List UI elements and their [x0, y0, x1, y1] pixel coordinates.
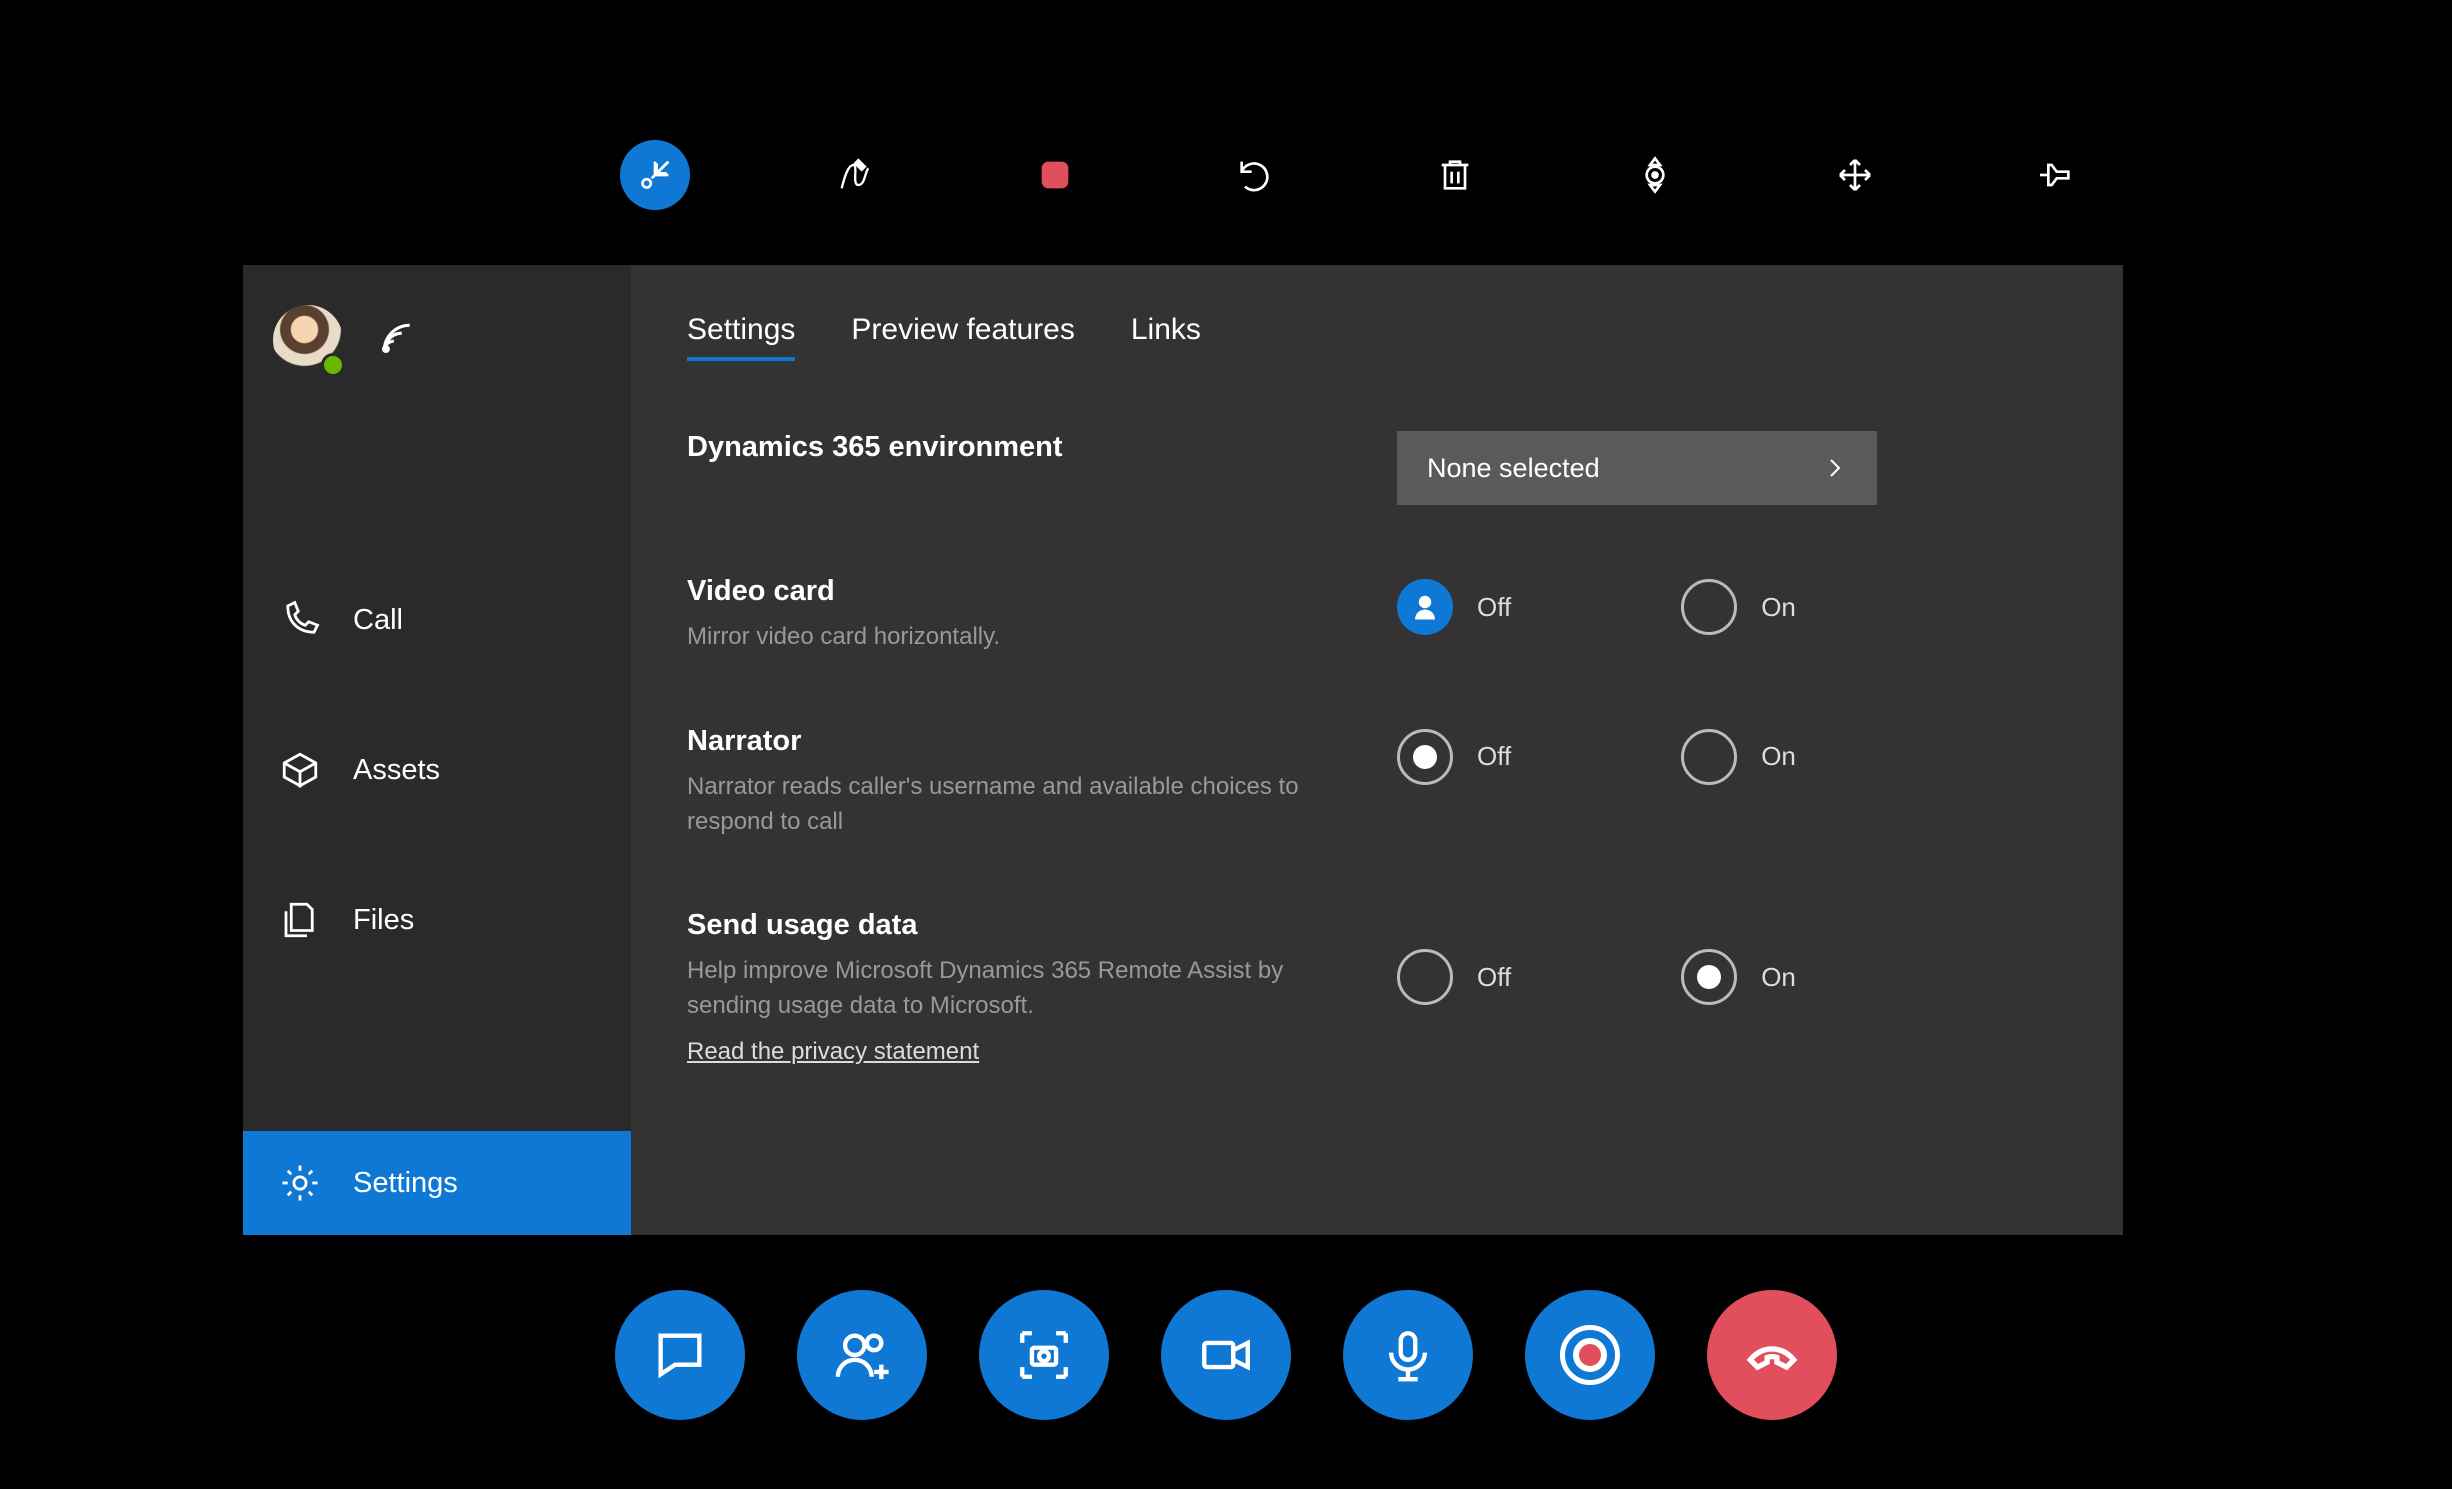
radio-indicator — [1681, 579, 1737, 635]
radio-label: Off — [1477, 962, 1511, 993]
record-button[interactable] — [1525, 1290, 1655, 1420]
nav-label: Call — [353, 604, 403, 637]
radio-label: Off — [1477, 592, 1511, 623]
end-call-button[interactable] — [1707, 1290, 1837, 1420]
row-video-card: Video card Mirror video card horizontall… — [687, 575, 2067, 655]
signal-icon — [378, 319, 416, 362]
radio-indicator — [1681, 729, 1737, 785]
tab-settings[interactable]: Settings — [687, 313, 795, 361]
env-value: None selected — [1427, 453, 1600, 484]
radio-label: On — [1761, 962, 1796, 993]
files-icon — [279, 899, 321, 941]
video-on-radio[interactable]: On — [1681, 579, 1796, 635]
content-area: Settings Preview features Links Dynamics… — [631, 265, 2123, 1235]
stop-record-button[interactable] — [1020, 140, 1090, 210]
nav-label: Files — [353, 904, 414, 937]
call-control-bar — [0, 1290, 2452, 1420]
radio-indicator — [1397, 729, 1453, 785]
radio-indicator — [1397, 949, 1453, 1005]
row-desc: Narrator reads caller's username and ava… — [687, 770, 1327, 840]
tabs: Settings Preview features Links — [687, 313, 2067, 361]
row-usage-data: Send usage data Help improve Microsoft D… — [687, 909, 2067, 1066]
radio-label: Off — [1477, 741, 1511, 772]
radio-label: On — [1761, 592, 1796, 623]
nav-item-call[interactable]: Call — [243, 545, 631, 695]
video-button[interactable] — [1161, 1290, 1291, 1420]
row-desc: Help improve Microsoft Dynamics 365 Remo… — [687, 954, 1327, 1024]
radio-indicator — [1397, 579, 1453, 635]
presence-badge — [321, 353, 345, 377]
ink-pen-button[interactable] — [820, 140, 890, 210]
undo-button[interactable] — [1220, 140, 1290, 210]
chevron-right-icon — [1823, 456, 1847, 480]
row-title: Send usage data — [687, 909, 1327, 942]
radio-label: On — [1761, 741, 1796, 772]
radio-indicator — [1681, 949, 1737, 1005]
nav-item-files[interactable]: Files — [243, 845, 631, 995]
delete-button[interactable] — [1420, 140, 1490, 210]
tab-preview-features[interactable]: Preview features — [851, 313, 1074, 361]
nav-item-settings[interactable]: Settings — [243, 1131, 631, 1235]
settings-panel: Call Assets Files Settings — [243, 265, 2123, 1235]
profile-area — [243, 265, 631, 415]
pin-button[interactable] — [2020, 140, 2090, 210]
target-button[interactable] — [1620, 140, 1690, 210]
move-arrows-button[interactable] — [1820, 140, 1890, 210]
sidebar: Call Assets Files Settings — [243, 265, 631, 1235]
narrator-on-radio[interactable]: On — [1681, 729, 1796, 785]
avatar[interactable] — [273, 305, 343, 375]
tab-links[interactable]: Links — [1131, 313, 1201, 361]
row-title: Narrator — [687, 725, 1327, 758]
row-narrator: Narrator Narrator reads caller's usernam… — [687, 725, 2067, 840]
box-icon — [279, 749, 321, 791]
narrator-off-radio[interactable]: Off — [1397, 729, 1511, 785]
nav-item-assets[interactable]: Assets — [243, 695, 631, 845]
nav-label: Assets — [353, 754, 440, 787]
phone-icon — [279, 599, 321, 641]
row-title: Video card — [687, 575, 1327, 608]
nav-list: Call Assets Files Settings — [243, 415, 631, 1235]
row-dynamics-env: Dynamics 365 environment None selected — [687, 431, 2067, 505]
row-title: Dynamics 365 environment — [687, 431, 1327, 464]
video-off-radio[interactable]: Off — [1397, 579, 1511, 635]
env-selector[interactable]: None selected — [1397, 431, 1877, 505]
privacy-link[interactable]: Read the privacy statement — [687, 1038, 979, 1066]
usage-off-radio[interactable]: Off — [1397, 949, 1511, 1005]
usage-on-radio[interactable]: On — [1681, 949, 1796, 1005]
capture-button[interactable] — [979, 1290, 1109, 1420]
nav-label: Settings — [353, 1167, 458, 1200]
pointer-collapse-button[interactable] — [620, 140, 690, 210]
add-participants-button[interactable] — [797, 1290, 927, 1420]
gear-icon — [279, 1162, 321, 1204]
annotation-toolbar — [620, 140, 2090, 210]
mic-button[interactable] — [1343, 1290, 1473, 1420]
chat-button[interactable] — [615, 1290, 745, 1420]
row-desc: Mirror video card horizontally. — [687, 620, 1327, 655]
